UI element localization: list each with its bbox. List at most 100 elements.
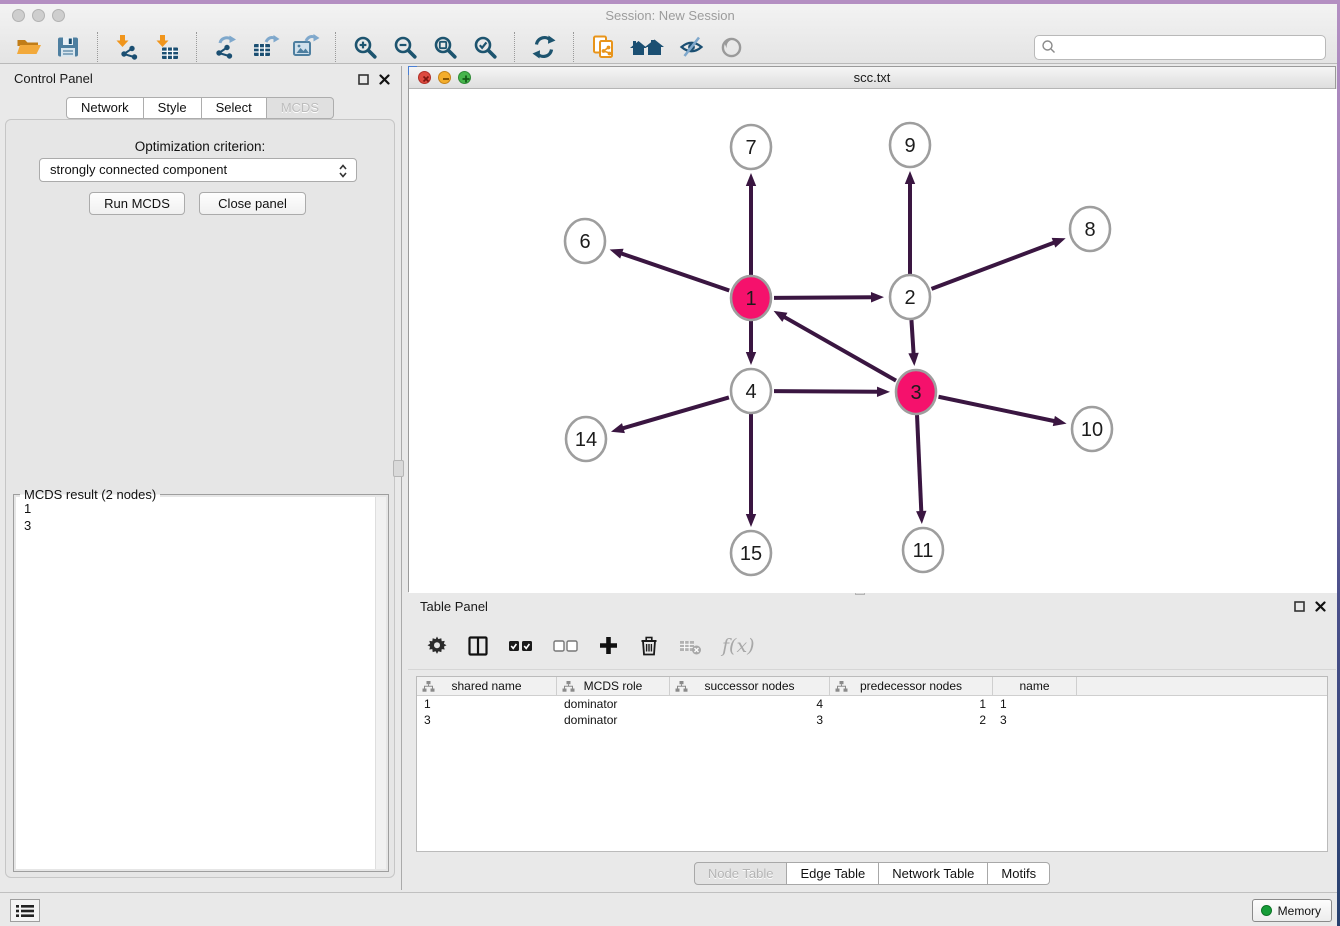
graph-node-11[interactable]: 11	[903, 528, 943, 572]
graph-edge-3-11[interactable]	[916, 415, 926, 524]
graph-node-2[interactable]: 2	[890, 275, 930, 319]
memory-button[interactable]: Memory	[1252, 899, 1332, 922]
graph-node-10[interactable]: 10	[1072, 407, 1112, 451]
table-row[interactable]: 1dominator411	[417, 696, 1327, 712]
hide-selected-icon[interactable]	[676, 33, 706, 61]
window-minimize-button[interactable]	[32, 9, 45, 22]
node-table[interactable]: shared nameMCDS rolesuccessor nodesprede…	[416, 676, 1328, 852]
table-cell[interactable]: 1	[830, 696, 993, 712]
graph-edge-1-7[interactable]	[746, 173, 756, 275]
export-network-icon[interactable]	[211, 33, 241, 61]
graph-node-7[interactable]: 7	[731, 125, 771, 169]
show-all-icon[interactable]	[716, 33, 746, 61]
network-view-window: scc.txt 7 9 6 8 1 2 4 3 14 10 15 11	[408, 66, 1336, 592]
graph-node-4[interactable]: 4	[731, 369, 771, 413]
apply-layout-icon[interactable]	[529, 33, 559, 61]
network-minimize-icon[interactable]	[438, 71, 451, 84]
graph-node-6[interactable]: 6	[565, 219, 605, 263]
window-close-button[interactable]	[12, 9, 25, 22]
zoom-in-icon[interactable]	[350, 33, 380, 61]
export-image-icon[interactable]	[291, 33, 321, 61]
graph-edge-4-14[interactable]	[611, 397, 729, 433]
table-settings-gear-icon[interactable]	[426, 635, 448, 657]
run-mcds-button[interactable]: Run MCDS	[89, 192, 185, 215]
table-cell[interactable]: 3	[670, 712, 830, 728]
column-header-MCDS-role[interactable]: MCDS role	[557, 677, 670, 695]
create-column-icon[interactable]	[598, 635, 619, 656]
toolbar-separator	[335, 32, 336, 62]
graph-edge-4-15[interactable]	[746, 414, 756, 527]
table-cell[interactable]: 3	[993, 712, 1077, 728]
tab-network-table[interactable]: Network Table	[879, 862, 988, 885]
close-table-panel-icon[interactable]	[1315, 601, 1326, 612]
clone-network-icon[interactable]	[588, 33, 618, 61]
table-cell[interactable]: 1	[993, 696, 1077, 712]
mcds-result-textarea[interactable]: 13	[16, 497, 386, 869]
graph-node-14[interactable]: 14	[566, 417, 606, 461]
table-cell[interactable]: 1	[417, 696, 557, 712]
table-cell[interactable]: 4	[670, 696, 830, 712]
search-box[interactable]	[1034, 35, 1326, 60]
show-columns-icon[interactable]	[467, 635, 489, 657]
graph-edge-1-4[interactable]	[746, 321, 756, 365]
mcds-result-scrollbar[interactable]	[375, 497, 386, 869]
float-table-panel-icon[interactable]	[1294, 601, 1305, 612]
open-session-icon[interactable]	[13, 33, 43, 61]
float-panel-icon[interactable]	[358, 74, 369, 85]
network-maximize-icon[interactable]	[458, 71, 471, 84]
tab-select[interactable]: Select	[202, 97, 267, 119]
import-network-icon[interactable]	[112, 33, 142, 61]
tab-edge-table[interactable]: Edge Table	[787, 862, 879, 885]
window-zoom-button[interactable]	[52, 9, 65, 22]
import-table-icon[interactable]	[152, 33, 182, 61]
unselect-all-columns-icon[interactable]	[553, 639, 579, 653]
network-close-icon[interactable]	[418, 71, 431, 84]
graph-edge-3-10[interactable]	[939, 397, 1067, 426]
zoom-selected-icon[interactable]	[470, 33, 500, 61]
graph-node-9[interactable]: 9	[890, 123, 930, 167]
graph-edge-2-9[interactable]	[905, 171, 915, 274]
vertical-splitter[interactable]	[401, 66, 402, 890]
close-panel-button[interactable]: Close panel	[199, 192, 306, 215]
column-header-successor-nodes[interactable]: successor nodes	[670, 677, 830, 695]
svg-text:11: 11	[913, 540, 934, 562]
optimization-criterion-dropdown[interactable]: strongly connected component	[39, 158, 357, 182]
graph-edge-4-3[interactable]	[774, 387, 890, 397]
graph-edge-1-2[interactable]	[774, 292, 884, 302]
first-neighbors-icon[interactable]	[628, 33, 666, 61]
task-list-icon	[16, 904, 34, 918]
graph-edge-2-3[interactable]	[908, 320, 918, 366]
column-header-predecessor-nodes[interactable]: predecessor nodes	[830, 677, 993, 695]
vertical-splitter-grip[interactable]	[393, 460, 404, 477]
zoom-out-icon[interactable]	[390, 33, 420, 61]
export-table-icon[interactable]	[251, 33, 281, 61]
search-input[interactable]	[1057, 37, 1325, 57]
zoom-fit-icon[interactable]	[430, 33, 460, 61]
task-history-button[interactable]	[10, 899, 40, 922]
graph-edge-1-6[interactable]	[610, 249, 730, 291]
tab-style[interactable]: Style	[144, 97, 202, 119]
graph-node-1[interactable]: 1	[731, 276, 771, 320]
save-session-icon[interactable]	[53, 33, 83, 61]
tab-node-table[interactable]: Node Table	[694, 862, 788, 885]
delete-column-icon[interactable]	[638, 635, 660, 657]
tab-mcds[interactable]: MCDS	[267, 97, 334, 119]
graph-node-3[interactable]: 3	[896, 370, 936, 414]
network-window-titlebar[interactable]: scc.txt	[409, 67, 1335, 89]
table-cell[interactable]: 3	[417, 712, 557, 728]
column-header-shared-name[interactable]: shared name	[417, 677, 557, 695]
select-all-columns-icon[interactable]	[508, 639, 534, 653]
table-row[interactable]: 3dominator323	[417, 712, 1327, 728]
table-cell[interactable]: dominator	[557, 696, 670, 712]
graph-edge-3-1[interactable]	[774, 311, 896, 381]
close-panel-icon[interactable]	[379, 74, 390, 85]
graph-node-15[interactable]: 15	[731, 531, 771, 575]
graph-node-8[interactable]: 8	[1070, 207, 1110, 251]
tab-motifs[interactable]: Motifs	[988, 862, 1050, 885]
table-cell[interactable]: 2	[830, 712, 993, 728]
table-cell[interactable]: dominator	[557, 712, 670, 728]
tab-network[interactable]: Network	[66, 97, 144, 119]
network-canvas[interactable]: 7 9 6 8 1 2 4 3 14 10 15 11	[409, 89, 1337, 593]
graph-edge-2-8[interactable]	[932, 238, 1066, 289]
column-header-name[interactable]: name	[993, 677, 1077, 695]
